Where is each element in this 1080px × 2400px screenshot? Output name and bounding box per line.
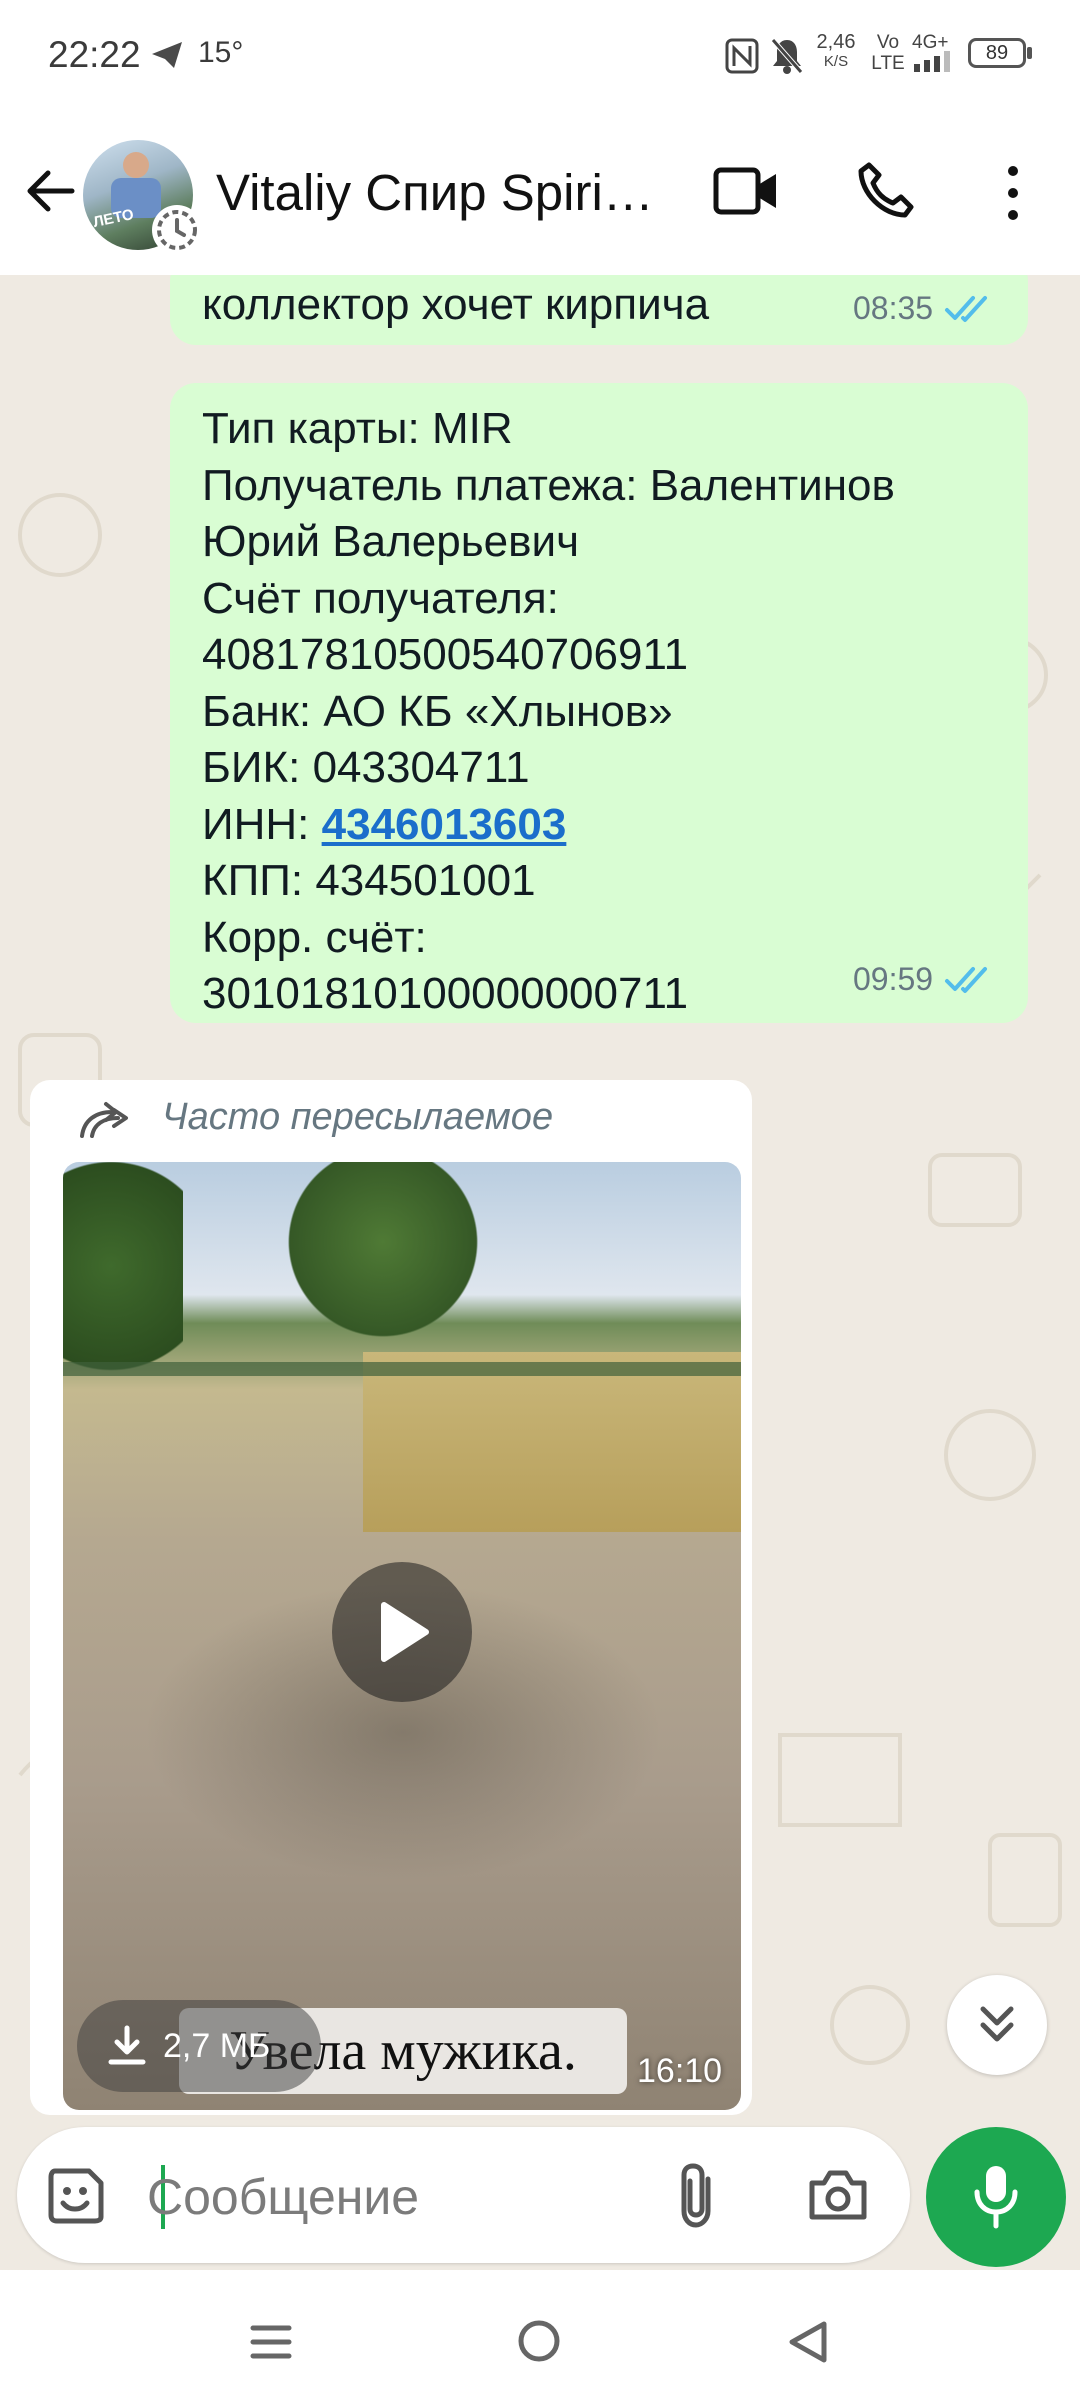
message-meta: 08:35 bbox=[853, 290, 997, 327]
signal-icon bbox=[914, 51, 950, 72]
video-thumbnail[interactable]: Увела мужика. 2,7 МБ 16:10 bbox=[63, 1162, 741, 2110]
back-nav-icon[interactable] bbox=[784, 2318, 830, 2366]
battery-tip bbox=[1027, 47, 1032, 59]
more-options-icon[interactable] bbox=[998, 163, 1028, 223]
mute-bell-icon bbox=[771, 38, 803, 74]
file-size: 2,7 МБ bbox=[163, 2026, 271, 2065]
download-button[interactable]: 2,7 МБ bbox=[77, 2000, 321, 2092]
scroll-to-bottom-button[interactable] bbox=[947, 1975, 1047, 2075]
status-update-icon bbox=[157, 210, 197, 250]
status-ring bbox=[152, 205, 202, 255]
message-time: 08:35 bbox=[853, 290, 934, 326]
double-chevron-down-icon bbox=[980, 2006, 1014, 2042]
status-temperature: 15° bbox=[198, 36, 244, 69]
back-arrow-icon[interactable] bbox=[24, 165, 76, 217]
network-speed: 2,46 K/S bbox=[816, 31, 856, 70]
message-text: коллектор хочет кирпича bbox=[202, 280, 710, 329]
read-receipt-icon bbox=[945, 295, 988, 322]
phone-call-icon[interactable] bbox=[855, 161, 915, 221]
message-text: Тип карты: MIR Получатель платежа: Вален… bbox=[202, 401, 1002, 1023]
message-bubble-incoming[interactable]: Часто пересылаемое Увела мужика. 2,7 МБ bbox=[30, 1080, 752, 2115]
recent-apps-icon[interactable] bbox=[249, 2320, 293, 2364]
message-time: 09:59 bbox=[853, 961, 934, 997]
inn-line: ИНН: 4346013603 bbox=[202, 797, 1002, 854]
play-icon bbox=[381, 1602, 429, 1662]
attach-icon[interactable] bbox=[672, 2161, 722, 2231]
message-meta: 09:59 bbox=[853, 961, 997, 998]
contact-name[interactable]: Vitaliy Спир Spiridonov bbox=[216, 163, 666, 222]
system-nav-bar bbox=[0, 2280, 1080, 2400]
inn-label: ИНН: bbox=[202, 799, 322, 849]
video-duration: 16:10 bbox=[637, 2052, 723, 2090]
message-bubble-outgoing[interactable]: коллектор хочет кирпича 08:35 bbox=[170, 275, 1028, 345]
chat-header: ЛЕТО Vitaliy Спир Spiridonov bbox=[0, 105, 1080, 275]
nfc-icon bbox=[725, 38, 759, 74]
battery-icon: 89 bbox=[968, 38, 1026, 68]
volte-indicator: Vo LTE bbox=[871, 32, 905, 74]
read-receipt-icon bbox=[945, 966, 988, 993]
camera-icon[interactable] bbox=[806, 2167, 870, 2223]
forwarded-icon bbox=[80, 1102, 128, 1138]
video-call-icon[interactable] bbox=[713, 165, 779, 217]
voice-message-button[interactable] bbox=[926, 2127, 1066, 2267]
status-time: 22:22 bbox=[48, 34, 141, 75]
message-bubble-outgoing[interactable]: Тип карты: MIR Получатель платежа: Вален… bbox=[170, 383, 1028, 1023]
play-button[interactable] bbox=[332, 1562, 472, 1702]
telegram-icon bbox=[152, 42, 182, 68]
home-icon[interactable] bbox=[516, 2318, 562, 2364]
download-icon bbox=[108, 2025, 146, 2065]
microphone-icon bbox=[974, 2166, 1018, 2229]
message-text-part: Тип карты: MIR Получатель платежа: Вален… bbox=[202, 404, 895, 792]
forwarded-label: Часто пересылаемое bbox=[162, 1096, 554, 1138]
sticker-icon[interactable] bbox=[45, 2165, 107, 2227]
battery-level: 89 bbox=[985, 41, 1009, 64]
status-bar: 22:22 15° 2,46 K/S Vo LTE 4G+ 89 bbox=[0, 0, 1080, 105]
message-input[interactable] bbox=[145, 2161, 669, 2233]
inn-link[interactable]: 4346013603 bbox=[322, 800, 567, 849]
chat-area[interactable]: коллектор хочет кирпича 08:35 Тип карты:… bbox=[0, 275, 1080, 2270]
avatar-caption: ЛЕТО bbox=[91, 205, 136, 232]
message-composer bbox=[17, 2127, 910, 2263]
